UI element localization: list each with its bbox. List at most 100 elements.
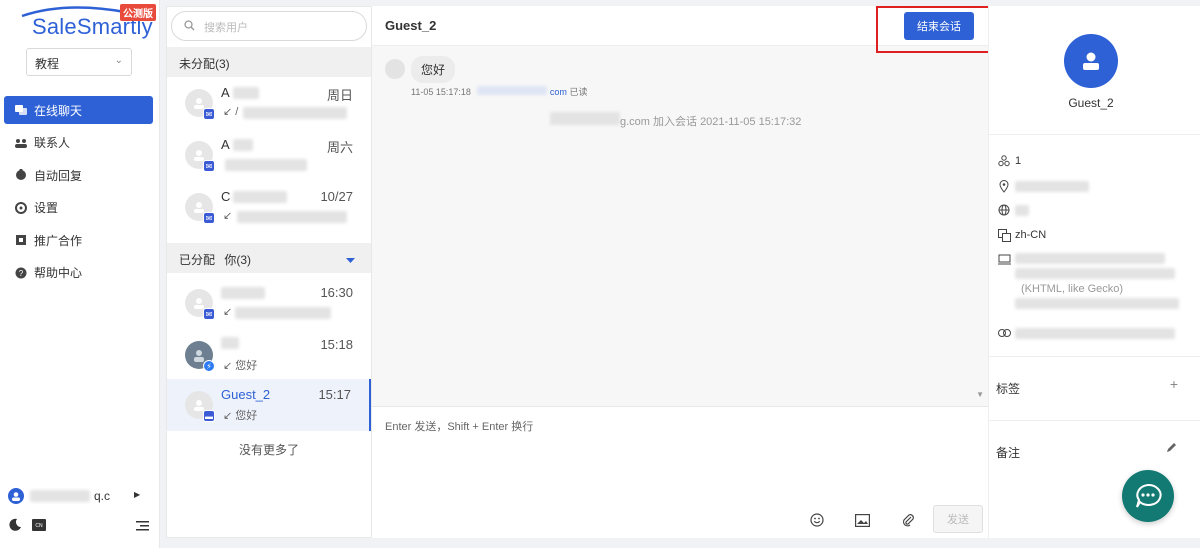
nav-item-auto-reply[interactable]: 自动回复 xyxy=(4,161,153,189)
workspace-select-value: 教程 xyxy=(35,57,60,71)
chat-title: Guest_2 xyxy=(385,18,437,33)
blurred-ua-line xyxy=(1015,298,1179,309)
chat-icon xyxy=(14,103,28,117)
conversation-preview: ↙ xyxy=(223,210,233,222)
user-email: q.c xyxy=(94,489,111,503)
blurred-preview xyxy=(225,159,307,171)
conversation-preview: ↙ 您好 xyxy=(223,360,258,372)
blurred-name xyxy=(233,191,287,203)
composer-placeholder: Enter 发送，Shift + Enter 换行 xyxy=(385,421,534,433)
group-header-filter: 你(3) xyxy=(224,253,252,267)
nav-item-settings[interactable]: 设置 xyxy=(4,194,153,222)
conversation-name: A xyxy=(221,137,230,152)
blurred-name xyxy=(233,139,253,151)
caret-right-icon[interactable]: ▶ xyxy=(134,490,140,499)
message-status: 已读 xyxy=(569,87,588,97)
contact-name: Guest_2 xyxy=(1068,96,1114,110)
add-tag-icon[interactable]: + xyxy=(1170,376,1178,392)
language-toggle-icon[interactable]: CN xyxy=(32,519,46,534)
language-row: zh-CN xyxy=(997,228,1046,242)
avatar xyxy=(385,59,405,79)
group-header-label: 未分配(3) xyxy=(179,57,230,71)
system-note: g.com 加入会话 2021-11-05 15:17:32 xyxy=(620,116,802,128)
conversation-time: 10/27 xyxy=(320,189,353,204)
nav-item-label: 推广合作 xyxy=(34,233,83,248)
chat-bubble-icon xyxy=(1136,483,1162,508)
messenger-icon: ⚡ xyxy=(203,360,215,372)
group-header-unassigned[interactable]: 未分配(3) xyxy=(167,47,371,77)
blurred-user xyxy=(550,112,620,125)
visits-icon xyxy=(997,154,1011,168)
nav-item-label: 帮助中心 xyxy=(34,266,83,280)
blurred-name xyxy=(221,337,239,349)
chat-header: Guest_2 结束会话 xyxy=(372,6,988,46)
blurred-ip xyxy=(1015,204,1029,216)
support-chat-widget[interactable] xyxy=(1122,470,1174,522)
workspace-select[interactable]: 教程 ⌄ xyxy=(26,48,132,76)
conversation-time: 16:30 xyxy=(320,285,353,300)
location-row xyxy=(997,179,1089,193)
attachment-icon[interactable] xyxy=(900,512,916,528)
gear-icon xyxy=(14,201,28,215)
divider xyxy=(989,420,1200,421)
contacts-icon xyxy=(14,136,28,150)
caret-down-icon[interactable] xyxy=(346,253,355,267)
conversation-item[interactable]: ✉ A 周六 xyxy=(167,129,371,181)
search-input[interactable]: 搜索用户 xyxy=(171,11,367,41)
collapse-menu-icon[interactable] xyxy=(136,520,149,535)
blurred-link xyxy=(477,86,548,95)
nav-item-help[interactable]: ? 帮助中心 xyxy=(4,259,153,287)
language-value: zh-CN xyxy=(1015,229,1047,241)
conversation-time: 周六 xyxy=(326,140,353,155)
conversation-item-selected[interactable]: ▬ Guest_2 15:17 ↙ 您好 xyxy=(167,379,371,431)
robot-icon xyxy=(14,168,28,182)
image-icon[interactable] xyxy=(854,512,870,528)
blurred-ua-line xyxy=(1015,268,1175,279)
main-nav: 在线聊天 联系人 自动回复 设置 推广合作 ? 帮助中心 xyxy=(4,96,153,291)
emoji-icon[interactable] xyxy=(809,512,825,528)
globe-icon xyxy=(997,203,1011,217)
blurred-email xyxy=(30,490,90,502)
nav-item-live-chat[interactable]: 在线聊天 xyxy=(4,96,153,124)
user-agent: (KHTML, like Gecko) xyxy=(1015,252,1185,316)
location-icon xyxy=(997,179,1011,193)
link-icon xyxy=(997,326,1011,340)
conversation-time: 周日 xyxy=(326,88,353,103)
notes-label: 备注 xyxy=(996,446,1021,460)
group-header-assigned[interactable]: 已分配 你(3) xyxy=(167,243,371,273)
end-conversation-button[interactable]: 结束会话 xyxy=(904,12,974,40)
nav-item-contacts[interactable]: 联系人 xyxy=(4,129,153,157)
message-time: 11-05 15:17:18 xyxy=(411,87,471,97)
conversation-time: 15:17 xyxy=(318,387,351,402)
chat-panel: Guest_2 结束会话 您好 11-05 15:17:18 com 已读 g.… xyxy=(372,6,988,538)
send-button[interactable]: 发送 xyxy=(933,505,983,533)
dark-mode-icon[interactable] xyxy=(8,518,22,535)
beta-badge: 公测版 xyxy=(120,4,156,21)
sidebar: SaleSmartly 公测版 教程 ⌄ 在线聊天 联系人 自动回复 设置 推广… xyxy=(0,0,160,548)
ua-text: (KHTML, like Gecko) xyxy=(1021,283,1124,295)
email-icon: ✉ xyxy=(203,212,215,224)
edit-note-icon[interactable] xyxy=(1166,440,1178,456)
ip-row xyxy=(997,203,1029,217)
scroll-down-icon[interactable]: ▼ xyxy=(976,390,984,399)
group-header-label: 已分配 xyxy=(179,253,216,267)
message-list[interactable]: 您好 11-05 15:17:18 com 已读 g.com 加入会话 2021… xyxy=(372,46,988,406)
message-link[interactable]: com xyxy=(550,87,567,97)
sidebar-tools: CN xyxy=(8,518,156,536)
conversation-item[interactable]: ✉ C 10/27 ↙ xyxy=(167,181,371,233)
account-menu[interactable]: q.c xyxy=(8,488,110,504)
conversation-item[interactable]: ✉ 16:30 ↙ xyxy=(167,277,371,329)
laptop-icon xyxy=(997,252,1011,266)
user-avatar-icon xyxy=(8,488,24,504)
logo: SaleSmartly 公测版 xyxy=(8,4,158,42)
conversation-item[interactable]: ✉ A 周日 ↙ / xyxy=(167,77,371,129)
blurred-ua-line xyxy=(1015,253,1165,264)
nav-item-label: 自动回复 xyxy=(34,168,83,183)
conversation-preview: ↙ 您好 xyxy=(223,410,258,422)
conversation-time: 15:18 xyxy=(320,337,353,352)
conversation-preview: ↙ xyxy=(223,306,233,318)
web-chat-icon: ▬ xyxy=(203,410,215,422)
nav-item-promotion[interactable]: 推广合作 xyxy=(4,226,153,254)
conversation-item[interactable]: ⚡ 15:18 ↙ 您好 xyxy=(167,329,371,381)
message-composer[interactable]: Enter 发送，Shift + Enter 换行 发送 xyxy=(372,406,988,538)
